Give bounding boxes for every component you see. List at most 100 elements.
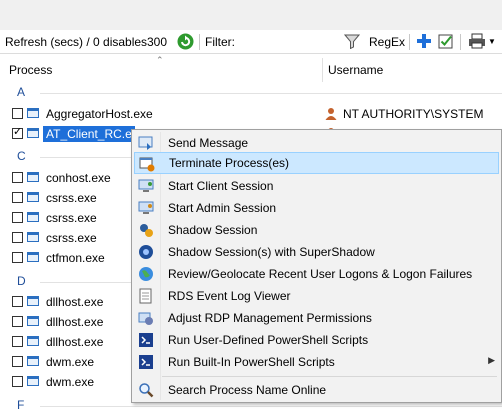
terminate-icon [139, 156, 155, 172]
chevron-down-icon[interactable]: ▼ [488, 37, 496, 46]
log-icon [138, 288, 154, 304]
filter-label: Filter: [205, 35, 235, 49]
toolbar-separator [409, 34, 410, 50]
menu-item-run-user-powershell[interactable]: Run User-Defined PowerShell Scripts [134, 329, 499, 351]
menu-item-label: Search Process Name Online [168, 383, 327, 397]
username-column-header[interactable]: Username [328, 63, 383, 77]
row-checkbox[interactable] [12, 125, 23, 139]
process-window-icon [27, 172, 39, 182]
process-window-icon [27, 296, 39, 306]
regex-toggle[interactable]: RegEx [369, 35, 405, 49]
group-header-d: D [17, 274, 26, 288]
row-checkbox[interactable] [12, 172, 23, 183]
menu-item-label: Run User-Defined PowerShell Scripts [168, 333, 369, 347]
menu-separator [162, 376, 497, 377]
toolbar-separator [199, 34, 200, 50]
refresh-label: Refresh (secs) / 0 disables [5, 35, 148, 49]
row-checkbox[interactable] [12, 336, 23, 347]
row-checkbox[interactable] [12, 252, 23, 263]
menu-item-shadow-session[interactable]: Shadow Session [134, 219, 499, 241]
menu-item-rds-event-log-viewer[interactable]: RDS Event Log Viewer [134, 285, 499, 307]
menu-item-label: Start Admin Session [168, 201, 277, 215]
refresh-interval-input[interactable]: 300 [147, 35, 167, 49]
shadow-icon [138, 222, 154, 238]
group-header-c: C [17, 149, 26, 163]
process-name: conhost.exe [46, 171, 111, 185]
powershell-icon [138, 332, 154, 348]
process-window-icon [27, 336, 39, 346]
process-window-icon [27, 108, 39, 118]
process-name: csrss.exe [46, 211, 97, 225]
process-name: csrss.exe [46, 191, 97, 205]
menu-item-label: Send Message [168, 136, 249, 150]
admin-session-icon [138, 200, 154, 216]
submenu-arrow-icon: ▶ [488, 355, 495, 365]
process-name: dllhost.exe [46, 295, 104, 309]
menu-item-label: Review/Geolocate Recent User Logons & Lo… [168, 267, 473, 281]
row-checkbox[interactable] [12, 356, 23, 367]
menu-item-shadow-supershadow[interactable]: Shadow Session(s) with SuperShadow [134, 241, 499, 263]
funnel-icon[interactable] [343, 34, 361, 52]
menu-item-label: Terminate Process(es) [169, 156, 290, 170]
add-icon[interactable] [416, 33, 432, 52]
menu-item-label: Start Client Session [168, 179, 274, 193]
process-row[interactable]: AggregatorHost.exe NT AUTHORITY\SYSTEM [0, 104, 502, 124]
menu-item-label: Shadow Session [168, 223, 258, 237]
menu-item-run-builtin-powershell[interactable]: Run Built-In PowerShell Scripts ▶ [134, 351, 499, 373]
process-window-icon [27, 128, 39, 138]
menu-item-label: RDS Event Log Viewer [168, 289, 291, 303]
context-menu: Send Message Terminate Process(es) Start… [131, 129, 502, 403]
menu-item-label: Run Built-In PowerShell Scripts [168, 355, 335, 369]
printer-icon[interactable] [468, 33, 486, 52]
row-checkbox[interactable] [12, 192, 23, 203]
process-name: csrss.exe [46, 231, 97, 245]
menu-item-start-admin-session[interactable]: Start Admin Session [134, 197, 499, 219]
powershell-icon [138, 354, 154, 370]
menu-item-review-geolocate[interactable]: Review/Geolocate Recent User Logons & Lo… [134, 263, 499, 285]
process-window-icon [27, 376, 39, 386]
message-icon [138, 135, 154, 151]
process-name: AggregatorHost.exe [46, 107, 153, 121]
row-checkbox[interactable] [12, 376, 23, 387]
column-header-row: Process Username [0, 58, 502, 82]
process-name: ctfmon.exe [46, 251, 105, 265]
row-checkbox[interactable] [12, 108, 23, 119]
supershadow-icon [138, 244, 154, 260]
process-window-icon [27, 252, 39, 262]
process-name: AT_Client_RC.e [43, 126, 135, 142]
group-header-f: F [17, 398, 25, 412]
row-checkbox[interactable] [12, 296, 23, 307]
menu-item-start-client-session[interactable]: Start Client Session [134, 175, 499, 197]
column-divider[interactable] [322, 58, 323, 82]
checkbox-icon[interactable] [438, 33, 454, 52]
window-top-area [0, 0, 502, 30]
process-name: dwm.exe [46, 375, 95, 389]
username-value: NT AUTHORITY\SYSTEM [343, 107, 484, 121]
toolbar-separator [460, 34, 461, 50]
group-header-a: A [17, 85, 26, 99]
menu-item-label: Shadow Session(s) with SuperShadow [168, 245, 375, 259]
process-window-icon [27, 212, 39, 222]
menu-item-adjust-rdp-permissions[interactable]: Adjust RDP Management Permissions [134, 307, 499, 329]
row-checkbox[interactable] [12, 316, 23, 327]
menu-item-search-process-online[interactable]: Search Process Name Online [134, 379, 499, 401]
refresh-icon[interactable] [177, 33, 194, 53]
globe-icon [138, 266, 154, 282]
process-window-icon [27, 356, 39, 366]
process-window-icon [27, 192, 39, 202]
client-session-icon [138, 178, 154, 194]
process-window-icon [27, 316, 39, 326]
menu-item-terminate-processes[interactable]: Terminate Process(es) [134, 152, 499, 174]
process-name: dllhost.exe [46, 335, 104, 349]
group-divider [40, 406, 502, 407]
row-checkbox[interactable] [12, 232, 23, 243]
process-name: dllhost.exe [46, 315, 104, 329]
search-icon [138, 382, 154, 398]
process-column-header[interactable]: Process [9, 63, 52, 77]
row-checkbox[interactable] [12, 212, 23, 223]
user-icon [325, 107, 337, 120]
menu-item-send-message[interactable]: Send Message [134, 132, 499, 154]
permissions-icon [138, 310, 154, 326]
toolbar: Refresh (secs) / 0 disables 300 Filter: … [0, 30, 502, 54]
process-window-icon [27, 232, 39, 242]
